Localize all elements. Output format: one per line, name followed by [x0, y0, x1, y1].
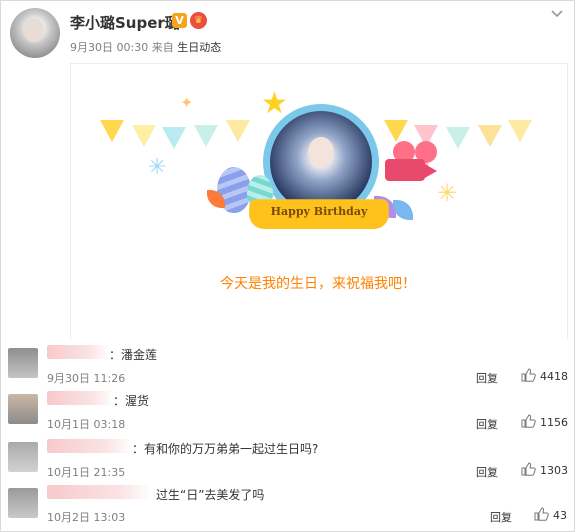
thumbs-up-icon[interactable] — [521, 462, 536, 479]
commenter-name-redacted[interactable] — [47, 439, 132, 453]
post-source[interactable]: 生日动态 — [177, 41, 221, 54]
sparkle-icon: ✳ — [148, 155, 167, 180]
post-date[interactable]: 9月30日 00:30 — [70, 41, 148, 54]
reply-button[interactable]: 回复 — [476, 464, 498, 480]
commenter-avatar[interactable] — [8, 488, 38, 518]
verified-badge-icon: V — [172, 13, 187, 28]
commenter-name-redacted[interactable] — [47, 345, 109, 359]
reply-button[interactable]: 回复 — [476, 370, 498, 386]
reply-button[interactable]: 回复 — [476, 416, 498, 432]
crown-badge-icon: ♛ — [190, 12, 207, 29]
like-count: 1156 — [540, 416, 568, 429]
commenter-name-redacted[interactable] — [47, 391, 113, 405]
author-avatar[interactable] — [10, 8, 60, 58]
like-count: 4418 — [540, 370, 568, 383]
post-menu-chevron-down-icon[interactable] — [549, 8, 565, 22]
commenter-avatar[interactable] — [8, 394, 38, 424]
comment-text: ：渥货 — [113, 394, 150, 408]
sparkle-icon: ✦ — [180, 93, 194, 112]
post-meta: 9月30日 00:30 来自 生日动态 — [70, 39, 221, 55]
commenter-avatar[interactable] — [8, 348, 38, 378]
thumbs-up-icon[interactable] — [534, 507, 549, 524]
like-count: 43 — [553, 509, 567, 522]
comment-text: ：潘金莲 — [109, 348, 158, 362]
thumbs-up-icon[interactable] — [521, 414, 536, 431]
sparkle-icon: ✳ — [437, 179, 458, 207]
like-count: 1303 — [540, 464, 568, 477]
card-headline: 今天是我的生日，来祝福我吧！ — [220, 276, 416, 292]
comment-time: 10月1日 03:18 — [47, 418, 126, 431]
ribbon-text: Happy Birthday — [270, 205, 368, 218]
comment-text: 过生“日”去美发了吗 — [156, 488, 265, 502]
profile-photo — [270, 111, 372, 213]
thumbs-up-icon[interactable] — [521, 368, 536, 385]
commenter-avatar[interactable] — [8, 442, 38, 472]
commenter-name-redacted[interactable] — [47, 485, 151, 499]
star-icon: ★ — [261, 86, 288, 121]
comment-time: 10月1日 21:35 — [47, 466, 126, 479]
movie-camera-icon — [385, 141, 445, 185]
comment-time: 10月2日 13:03 — [47, 511, 126, 524]
comment-time: 9月30日 11:26 — [47, 372, 126, 385]
comment-text: ：有和你的万万弟弟一起过生日吗? — [132, 442, 319, 456]
author-name[interactable]: 李小璐Super璐 — [70, 12, 180, 33]
reply-button[interactable]: 回复 — [490, 509, 512, 525]
from-label: 来自 — [151, 41, 174, 54]
